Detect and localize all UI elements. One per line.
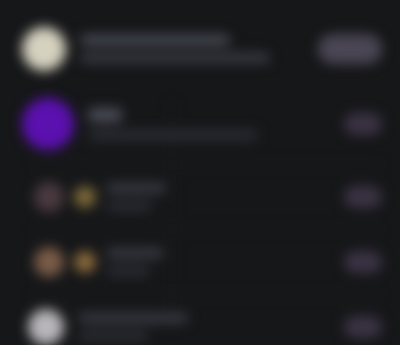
featured-title-placeholder	[88, 108, 122, 122]
list-item-left	[22, 182, 344, 212]
list-item-avatar-icon[interactable]	[28, 309, 64, 345]
list-item-title-placeholder	[78, 313, 188, 323]
list-item-avatar-icon[interactable]	[34, 247, 64, 277]
header-title-placeholder	[80, 35, 230, 45]
list-item-subtitle-placeholder	[106, 266, 150, 276]
screen	[0, 0, 400, 345]
list-item-meta	[78, 313, 188, 341]
list-item-dots	[74, 251, 96, 273]
header-subtitle-placeholder	[80, 53, 270, 63]
featured-avatar-icon[interactable]	[22, 98, 74, 150]
featured-left	[22, 98, 344, 150]
list-item[interactable]	[22, 295, 382, 345]
list-item-left	[22, 247, 344, 277]
list-item-action-button[interactable]	[344, 186, 382, 208]
header-avatar-icon[interactable]	[22, 27, 66, 71]
list-item-action-button[interactable]	[344, 251, 382, 273]
featured-subtitle-placeholder	[88, 130, 258, 140]
list-item-meta	[106, 183, 166, 211]
list-item-avatar-icon[interactable]	[34, 182, 64, 212]
list-item-subtitle-placeholder	[78, 331, 148, 341]
status-dot-icon	[74, 251, 96, 273]
header-action-button[interactable]	[318, 34, 382, 64]
list-item-left	[22, 309, 344, 345]
list-item-title-placeholder	[106, 248, 164, 258]
featured-meta	[88, 108, 258, 140]
header-left	[22, 27, 318, 71]
list-item[interactable]	[22, 230, 382, 294]
header-row[interactable]	[22, 14, 382, 84]
list-item-action-button[interactable]	[344, 316, 382, 338]
list-item-title-placeholder	[106, 183, 166, 193]
featured-row[interactable]	[22, 84, 382, 164]
list-item[interactable]	[22, 165, 382, 229]
header-meta	[80, 35, 270, 63]
list-item-subtitle-placeholder	[106, 201, 152, 211]
status-dot-icon	[74, 186, 96, 208]
featured-action-button[interactable]	[344, 113, 382, 135]
list-item-dots	[74, 186, 96, 208]
list-item-meta	[106, 248, 164, 276]
